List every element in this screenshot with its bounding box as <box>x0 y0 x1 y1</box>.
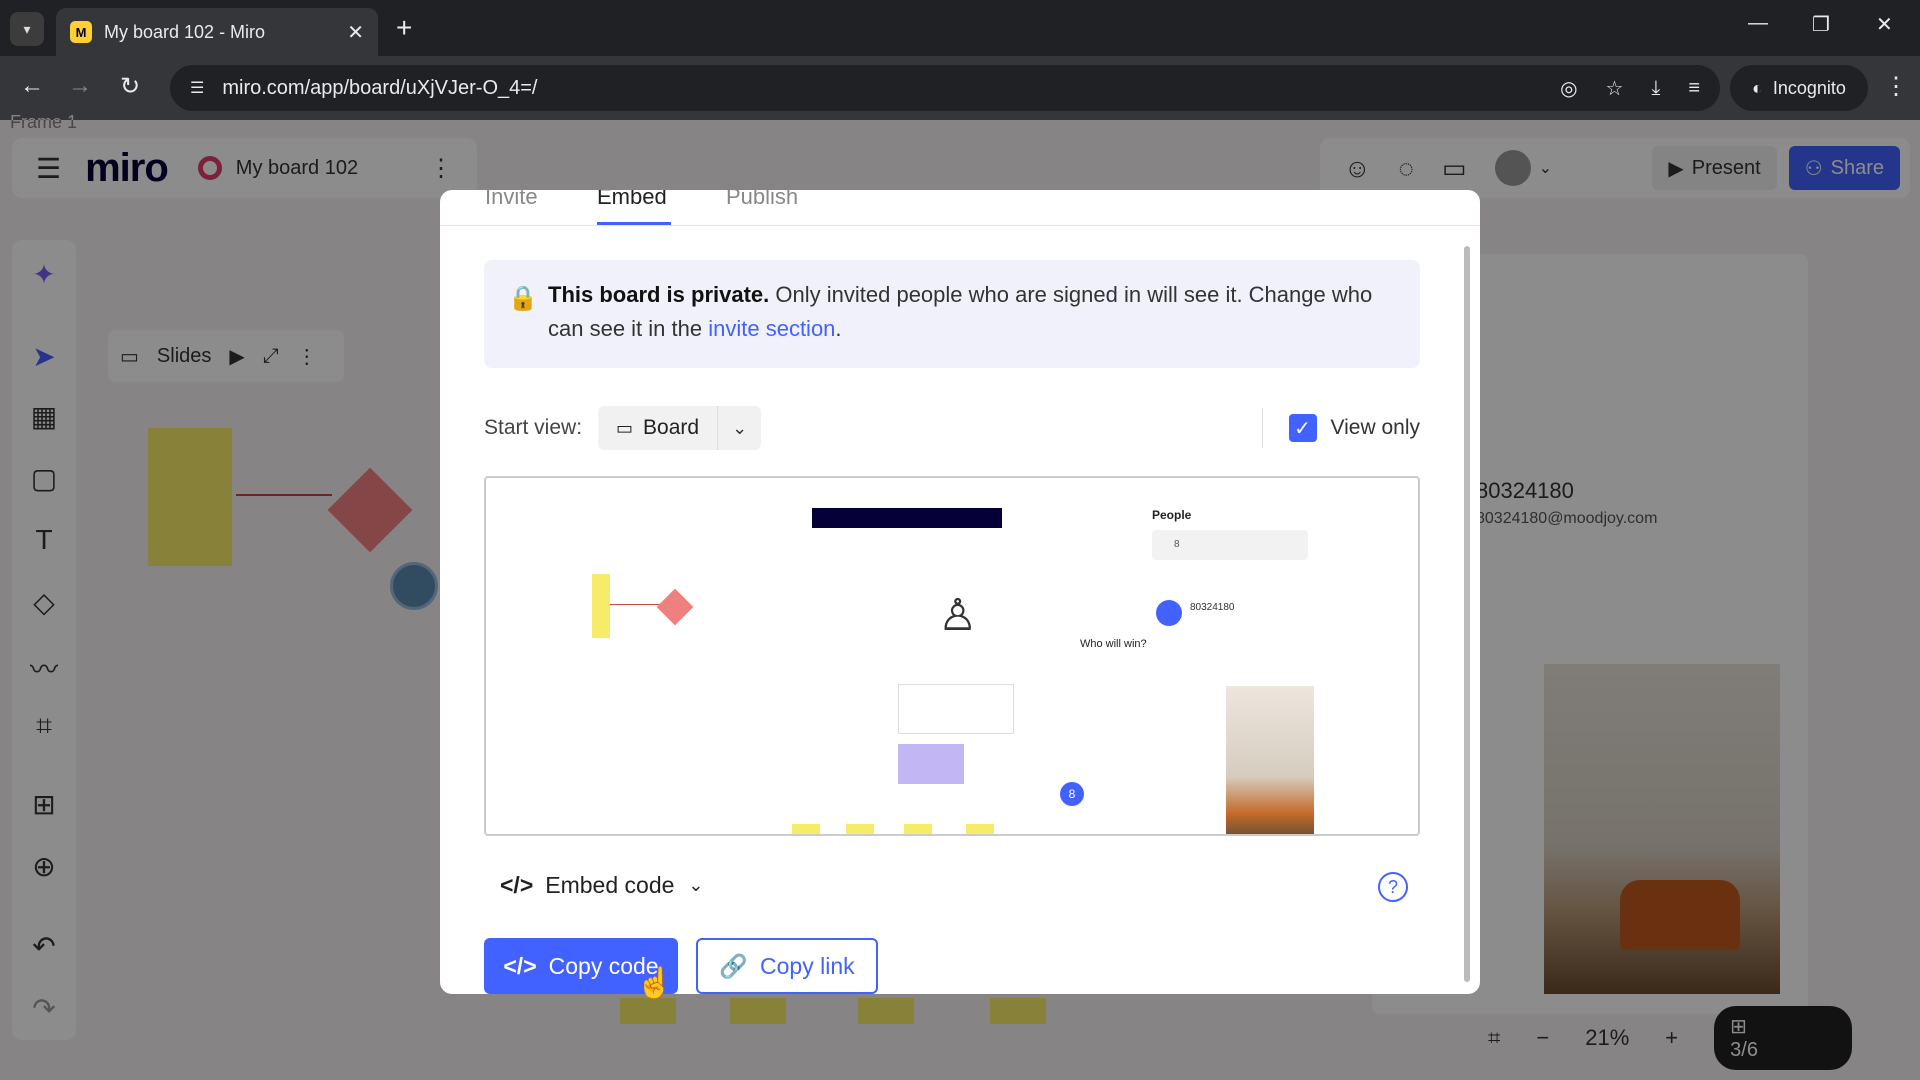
invite-section-link[interactable]: invite section <box>708 316 835 341</box>
close-tab-icon[interactable]: ✕ <box>347 20 364 45</box>
preview-sticky <box>792 824 820 834</box>
chevron-down-icon[interactable]: ⌄ <box>718 418 761 439</box>
incognito-badge[interactable]: ◐ Incognito <box>1730 65 1868 111</box>
chevron-down-icon: ⌄ <box>688 875 704 895</box>
miro-favicon-icon: M <box>70 21 92 43</box>
bookmark-star-icon[interactable]: ☆ <box>1606 76 1624 101</box>
code-icon: </> <box>500 872 534 898</box>
active-tab-indicator <box>597 222 671 225</box>
share-modal: Invite Embed Publish 🔒 This board is pri… <box>440 190 1480 994</box>
preview-sticky <box>846 824 874 834</box>
copy-link-button[interactable]: 🔗 Copy link <box>696 938 878 994</box>
tab-invite[interactable]: Invite <box>485 190 538 210</box>
close-window-icon[interactable]: ✕ <box>1876 12 1893 37</box>
preview-search-text: 8 <box>1174 539 1180 550</box>
start-view-label: Start view: <box>484 416 583 439</box>
back-icon[interactable]: ← <box>20 72 44 100</box>
browser-tab[interactable]: M My board 102 - Miro ✕ <box>56 8 378 56</box>
restore-icon[interactable]: ❐ <box>1812 12 1830 37</box>
address-bar[interactable]: ☰ miro.com/app/board/uXjVJer-O_4=/ ◎ ☆ ⤓… <box>170 65 1720 111</box>
embed-code-label: Embed code <box>545 872 675 898</box>
preview-room-photo <box>1226 686 1314 834</box>
code-icon: </> <box>503 952 537 979</box>
notice-title: This board is private. <box>548 282 770 307</box>
media-control-icon[interactable]: ≡ <box>1688 77 1700 100</box>
view-only-checkbox[interactable]: ✓ <box>1288 414 1317 442</box>
preview-result-id: 80324180 <box>1190 602 1235 613</box>
preview-banner <box>812 508 1002 528</box>
preview-sticky <box>966 824 994 834</box>
preview-people-panel: People 8 80324180 <box>1138 492 1322 632</box>
url-text[interactable]: miro.com/app/board/uXjVJer-O_4=/ <box>222 77 1532 100</box>
tab-publish[interactable]: Publish <box>726 190 798 210</box>
forward-icon[interactable]: → <box>68 72 92 100</box>
tab-title: My board 102 - Miro <box>104 21 266 42</box>
preview-connector <box>610 604 660 605</box>
preview-card <box>898 684 1014 734</box>
lamp-icon: ♙ <box>938 591 978 640</box>
preview-sticky <box>904 824 932 834</box>
mouse-pointer-icon: ☝ <box>636 967 674 1000</box>
preview-purple-block <box>898 744 964 784</box>
modal-tabs: Invite Embed Publish <box>440 190 1480 226</box>
eye-off-icon[interactable]: ◎ <box>1560 76 1577 101</box>
modal-scrollbar[interactable] <box>1464 246 1470 982</box>
incognito-label: Incognito <box>1772 77 1846 98</box>
download-icon[interactable]: ⤓ <box>1651 77 1660 100</box>
preview-badge: 8 <box>1060 782 1084 806</box>
preview-result-avatar <box>1156 600 1182 626</box>
preview-poll-title: Who will win? <box>1080 638 1147 650</box>
board-icon: ▭ <box>616 417 634 438</box>
minimize-icon[interactable]: — <box>1748 12 1768 35</box>
preview-sticky <box>592 574 610 638</box>
start-view-text: Board <box>643 416 700 439</box>
start-view-value[interactable]: ▭ Board <box>598 406 719 450</box>
private-board-notice: 🔒 This board is private. Only invited pe… <box>484 260 1420 368</box>
new-tab-button[interactable]: + <box>396 12 412 44</box>
start-view-row: Start view: ▭ Board ⌄ ✓ View only <box>484 406 1420 450</box>
tab-embed[interactable]: Embed <box>597 190 667 210</box>
view-only-label[interactable]: View only <box>1331 416 1421 440</box>
browser-tab-strip: ▾ M My board 102 - Miro ✕ + — ❐ ✕ <box>0 0 1920 56</box>
copy-link-label: Copy link <box>760 952 855 979</box>
embed-code-dropdown[interactable]: </> Embed code ⌄ <box>500 872 704 899</box>
preview-diamond <box>656 588 694 626</box>
browser-menu-icon[interactable]: ⋮ <box>1884 72 1908 101</box>
start-view-select[interactable]: ▭ Board ⌄ <box>598 406 762 450</box>
help-icon[interactable]: ? <box>1378 872 1408 902</box>
site-info-icon[interactable]: ☰ <box>190 78 204 98</box>
preview-people-title: People <box>1152 508 1192 522</box>
link-icon: 🔗 <box>719 952 749 979</box>
reload-icon[interactable]: ↻ <box>120 72 140 101</box>
tab-search-button[interactable]: ▾ <box>10 12 44 46</box>
browser-toolbar: ← → ↻ ☰ miro.com/app/board/uXjVJer-O_4=/… <box>0 56 1920 120</box>
notice-end: . <box>835 316 842 341</box>
lock-icon: 🔒 <box>508 285 538 312</box>
preview-people-search: 8 <box>1152 530 1308 560</box>
divider <box>1261 408 1263 448</box>
board-preview: ♙ People 8 80324180 Who will win? 8 <box>484 476 1420 836</box>
incognito-icon: ◐ <box>1752 77 1763 98</box>
